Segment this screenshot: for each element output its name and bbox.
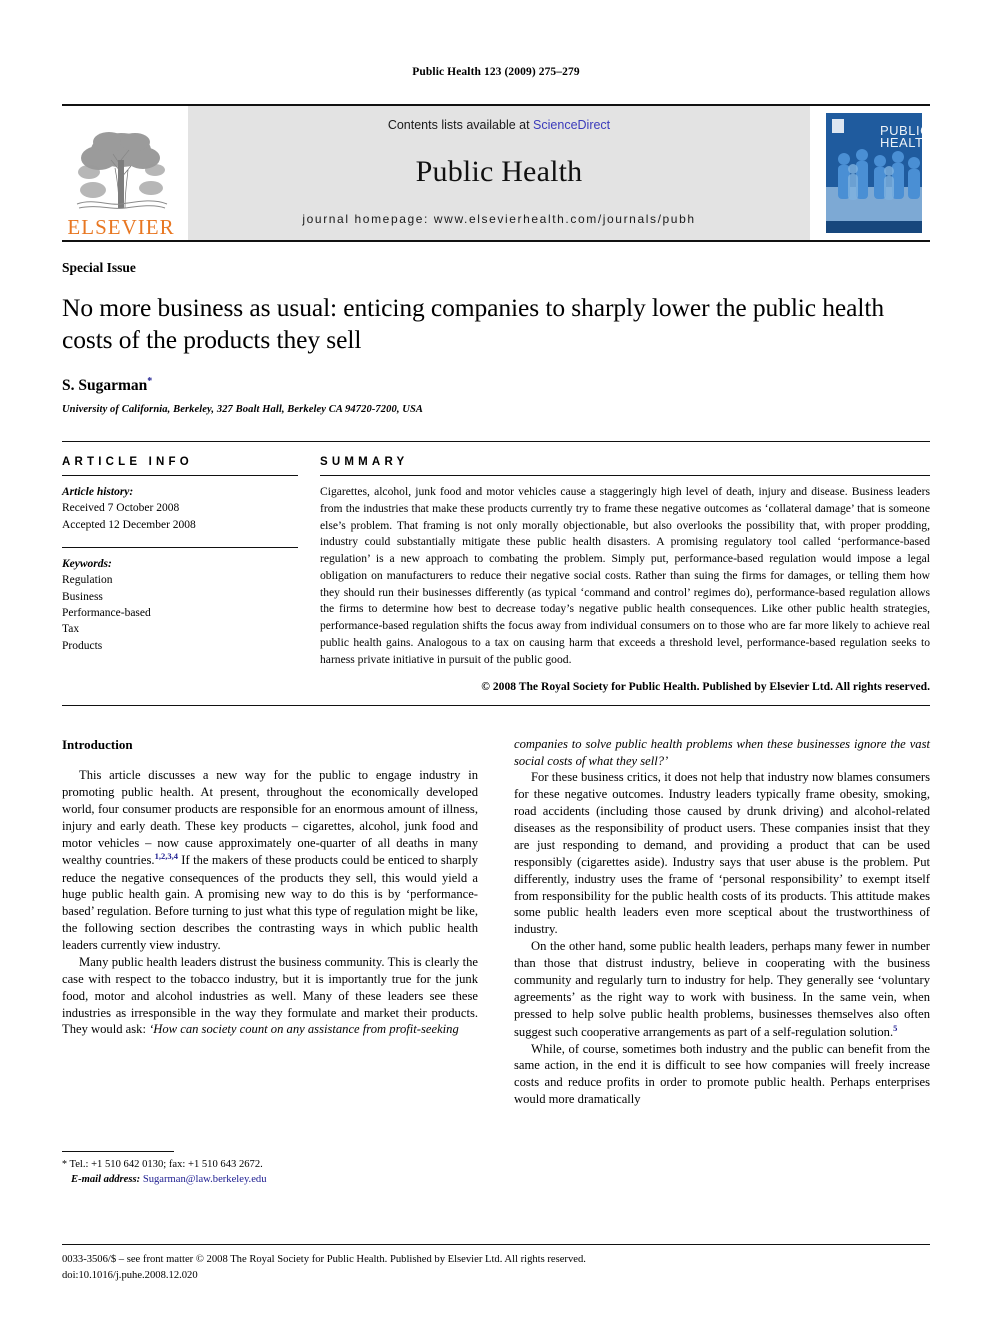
- article-info-column: ARTICLE INFO Article history: Received 7…: [62, 456, 320, 693]
- paragraph: companies to solve public health problem…: [514, 736, 930, 768]
- paragraph-text: If the makers of these products could be…: [62, 853, 478, 953]
- body-column-left: Introduction This article discusses a ne…: [62, 736, 478, 1188]
- author-name: S. Sugarman*: [62, 376, 930, 395]
- citation-ref[interactable]: 5: [893, 1023, 897, 1033]
- article-info-label: ARTICLE INFO: [62, 455, 193, 468]
- footnote-tel-line: * Tel.: +1 510 642 0130; fax: +1 510 643…: [62, 1158, 478, 1173]
- article-info-divider: [62, 474, 298, 476]
- author-footnote-marker[interactable]: *: [147, 376, 152, 387]
- body-columns: Introduction This article discusses a ne…: [62, 736, 930, 1188]
- keywords-label: Keywords:: [62, 557, 112, 570]
- elsevier-tree-icon: [76, 132, 168, 209]
- footer-copyright-line: 0033-3506/$ – see front matter © 2008 Th…: [62, 1254, 586, 1266]
- paragraph: While, of course, sometimes both industr…: [514, 1041, 930, 1107]
- keyword-item: Regulation: [62, 574, 113, 587]
- masthead-center-panel: Contents lists available at ScienceDirec…: [188, 106, 810, 240]
- footnote-contact: * Tel.: +1 510 642 0130; fax: +1 510 643…: [62, 1158, 478, 1188]
- summary-label: SUMMARY: [320, 455, 409, 468]
- elsevier-wordmark: ELSEVIER: [67, 215, 175, 239]
- keywords-group: Keywords: Regulation Business Performanc…: [62, 556, 298, 654]
- article-info-summary-block: ARTICLE INFO Article history: Received 7…: [62, 440, 930, 706]
- paragraph-text: On the other hand, some public health le…: [514, 939, 930, 1039]
- summary-divider: [320, 474, 930, 476]
- keywords-divider: [62, 546, 298, 548]
- section-heading-introduction: Introduction: [62, 736, 133, 752]
- sciencedirect-link[interactable]: ScienceDirect: [533, 118, 610, 132]
- paragraph: This article discusses a new way for the…: [62, 767, 478, 954]
- article-history-accepted: Accepted 12 December 2008: [62, 518, 196, 531]
- footnote-block: * Tel.: +1 510 642 0130; fax: +1 510 643…: [62, 1151, 478, 1188]
- running-head: Public Health 123 (2009) 275–279: [412, 66, 580, 78]
- article-history-group: Article history: Received 7 October 2008…: [62, 484, 298, 533]
- author-name-text: S. Sugarman: [62, 376, 148, 394]
- journal-cover-thumbnail: PUBLIC HEALTH: [818, 106, 930, 240]
- page-title: No more business as usual: enticing comp…: [62, 293, 884, 354]
- journal-title: Public Health: [415, 155, 583, 188]
- body-column-right: companies to solve public health problem…: [514, 736, 930, 1188]
- footnote-tel-text: Tel.: +1 510 642 0130; fax: +1 510 643 2…: [67, 1159, 263, 1171]
- author-affiliation: University of California, Berkeley, 327 …: [62, 403, 423, 415]
- summary-column: SUMMARY Cigarettes, alcohol, junk food a…: [320, 456, 930, 693]
- summary-copyright: © 2008 The Royal Society for Public Heal…: [481, 679, 930, 693]
- footnote-email-line: E-mail address: Sugarman@law.berkeley.ed…: [62, 1173, 478, 1188]
- footnote-divider: [62, 1151, 174, 1153]
- paragraph-quote-text: ‘How can society count on any assistance…: [149, 1022, 459, 1037]
- special-issue-label: Special Issue: [62, 260, 136, 275]
- contents-prefix-text: Contents lists available at: [387, 118, 534, 132]
- page-footer: 0033-3506/$ – see front matter © 2008 Th…: [62, 1244, 930, 1283]
- keyword-item: Tax: [62, 623, 80, 636]
- keyword-item: Performance-based: [62, 606, 151, 619]
- summary-abstract-text: Cigarettes, alcohol, junk food and motor…: [320, 484, 930, 666]
- svg-text:HEALTH: HEALTH: [880, 135, 922, 150]
- journal-homepage-link[interactable]: journal homepage: www.elsevierhealth.com…: [302, 212, 695, 226]
- contents-available-line: Contents lists available at ScienceDirec…: [388, 118, 610, 132]
- article-history-received: Received 7 October 2008: [62, 502, 180, 515]
- body-left-text-area: Introduction This article discusses a ne…: [62, 736, 478, 1128]
- keyword-item: Products: [62, 639, 103, 652]
- paragraph: For these business critics, it does not …: [514, 770, 930, 937]
- journal-cover-image: PUBLIC HEALTH: [826, 113, 922, 233]
- keyword-item: Business: [62, 590, 103, 603]
- journal-masthead: ELSEVIER Contents lists available at Sci…: [62, 104, 930, 242]
- footer-doi-line[interactable]: doi:10.1016/j.puhe.2008.12.020: [62, 1268, 930, 1283]
- article-page: Public Health 123 (2009) 275–279 ELSEVIE…: [0, 0, 992, 1323]
- article-history-label: Article history:: [62, 485, 134, 498]
- footnote-email-label: E-mail address:: [71, 1173, 141, 1185]
- footnote-email-link[interactable]: Sugarman@law.berkeley.edu: [143, 1174, 267, 1185]
- paragraph: Many public health leaders distrust the …: [62, 954, 478, 1038]
- elsevier-logo: ELSEVIER: [62, 106, 180, 240]
- citation-ref[interactable]: 1,2,3,4: [155, 851, 178, 861]
- paragraph: On the other hand, some public health le…: [514, 938, 930, 1040]
